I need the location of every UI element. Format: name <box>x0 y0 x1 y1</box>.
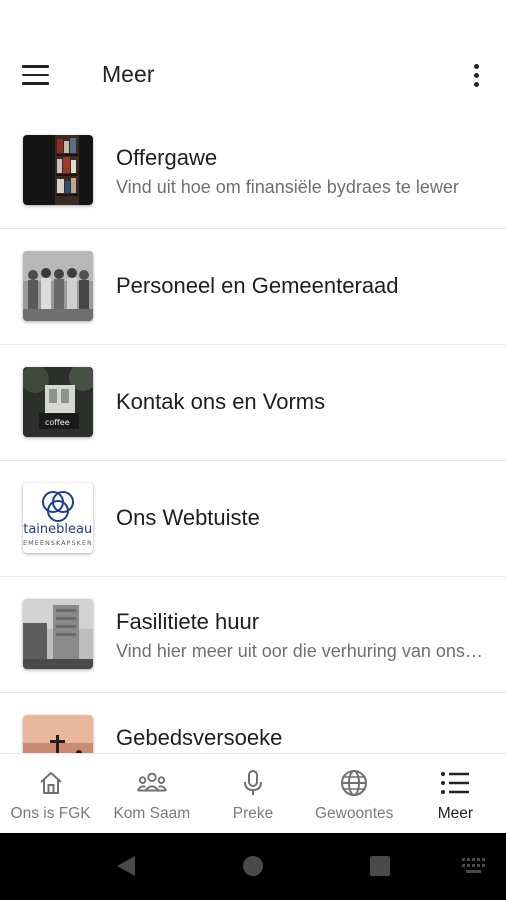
app-bar: Meer <box>0 40 506 110</box>
nav-gewoontes[interactable]: Gewoontes <box>304 754 405 834</box>
nav-label: Kom Saam <box>113 805 191 822</box>
hamburger-menu-icon[interactable] <box>22 60 58 90</box>
home-circle-icon[interactable] <box>243 856 263 876</box>
people-icon <box>136 768 168 798</box>
item-subtitle: Vind uit hoe om finansiële bydraes te le… <box>116 177 459 197</box>
home-icon <box>35 768 67 798</box>
menu-list: Offergawe Vind uit hoe om finansiële byd… <box>0 113 506 753</box>
list-item-offergawe[interactable]: Offergawe Vind uit hoe om finansiële byd… <box>0 113 506 229</box>
system-navigation-bar <box>0 833 506 900</box>
more-options-icon[interactable] <box>468 60 484 90</box>
nav-kom-saam[interactable]: Kom Saam <box>101 754 202 834</box>
recent-apps-icon[interactable] <box>370 856 390 876</box>
item-title: Offergawe <box>116 145 218 170</box>
coffee-sign-text: coffee <box>45 418 70 427</box>
item-title: Personeel en Gemeenteraad <box>116 273 399 298</box>
nav-label: Preke <box>232 805 274 822</box>
item-title: Fasilitiete huur <box>116 609 260 634</box>
item-title: Kontak ons en Vorms <box>116 389 326 414</box>
nav-label: Ons is FGK <box>10 805 91 822</box>
logo-wordmark: ntainebleau <box>23 522 92 537</box>
nav-ons-is-fgk[interactable]: Ons is FGK <box>0 754 101 834</box>
coffee-shop-thumbnail: coffee <box>23 367 93 437</box>
page-title: Meer <box>102 61 155 87</box>
list-item-webtuiste[interactable]: ntainebleau GEMEENSKAPSKERK Ons Webtuist… <box>0 461 506 577</box>
nav-label: Meer <box>437 805 474 822</box>
item-subtitle: Vind hier meer uit oor die verhuring van… <box>116 641 486 661</box>
back-icon[interactable] <box>115 855 137 877</box>
nav-preke[interactable]: Preke <box>202 754 303 834</box>
globe-icon <box>338 768 370 798</box>
list-icon <box>439 768 471 798</box>
microphone-icon <box>237 768 269 798</box>
list-item-personeel[interactable]: Personeel en Gemeenteraad <box>0 229 506 345</box>
group-photo-thumbnail <box>23 251 93 321</box>
logo-subtext: GEMEENSKAPSKERK <box>23 539 93 547</box>
item-title: Gebedsversoeke <box>116 725 283 750</box>
list-item-kontak[interactable]: coffee Kontak ons en Vorms <box>0 345 506 461</box>
status-bar <box>0 0 506 40</box>
sunset-cross-thumbnail <box>23 715 93 753</box>
building-thumbnail <box>23 599 93 669</box>
item-title: Ons Webtuiste <box>116 505 260 530</box>
bottom-navigation: Ons is FGK Kom Saam Preke Gewoontes Meer <box>0 753 506 834</box>
keyboard-icon[interactable] <box>462 858 486 874</box>
church-logo-thumbnail: ntainebleau GEMEENSKAPSKERK <box>23 483 93 553</box>
list-item-fasiliteite[interactable]: Fasilitiete huur Vind hier meer uit oor … <box>0 577 506 693</box>
nav-meer[interactable]: Meer <box>405 754 506 834</box>
bookshelf-thumbnail <box>23 135 93 205</box>
nav-label: Gewoontes <box>315 805 394 822</box>
list-item-gebedsversoeke[interactable]: Gebedsversoeke <box>0 693 506 753</box>
